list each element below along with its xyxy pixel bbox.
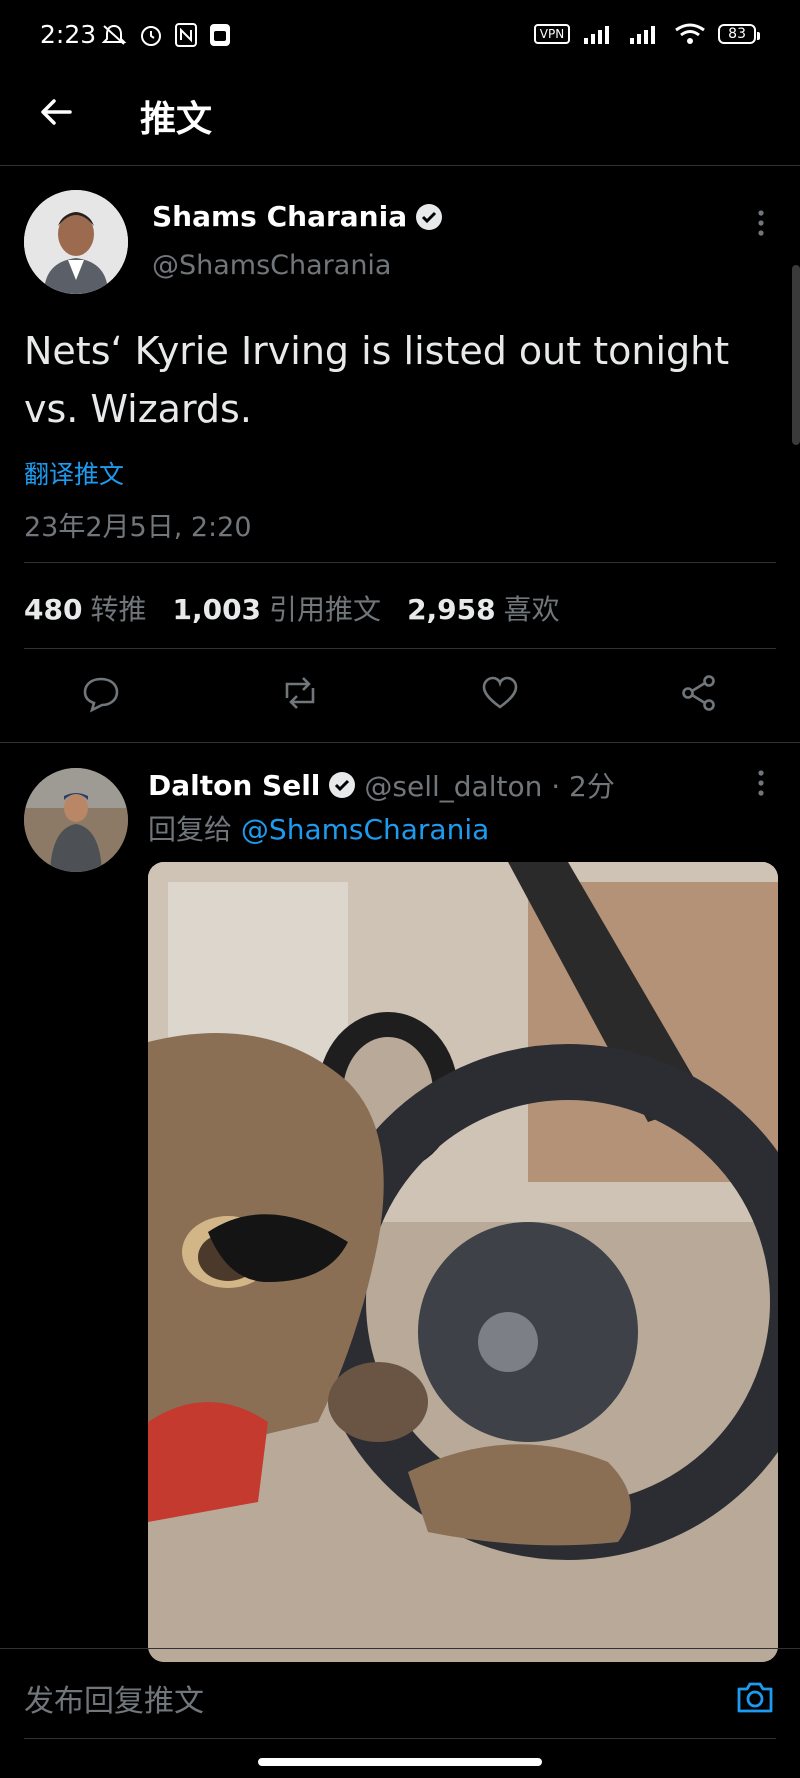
vpn-badge: VPN (533, 24, 571, 44)
scrollbar[interactable] (792, 265, 800, 445)
reply-header[interactable]: Dalton Sell @sell_dalton · 2分 (148, 765, 615, 805)
reply-icon[interactable] (80, 672, 122, 714)
verified-badge-icon (416, 203, 443, 230)
retweets-stat[interactable]: 480 转推 (24, 588, 146, 628)
media-image (148, 862, 778, 1662)
reply-input[interactable]: 发布回复推文 (24, 1676, 204, 1720)
status-left-icons (100, 22, 232, 48)
wifi-icon (675, 23, 706, 44)
signal-icon (584, 26, 610, 44)
quotes-label: 引用推文 (269, 593, 382, 626)
status-time: 2:23 (40, 20, 97, 49)
battery-indicator: 83 (718, 24, 760, 44)
tweet-text: Nets‘ Kyrie Irving is listed out tonight… (24, 329, 730, 431)
home-indicator[interactable] (258, 1758, 542, 1766)
header-divider (0, 165, 800, 166)
page-title: 推文 (140, 99, 213, 140)
reply-prefix: 回复给 (148, 813, 233, 846)
signal-icon-2 (630, 26, 656, 44)
status-right: VPN 83 (533, 22, 760, 46)
translate-tweet-link[interactable]: 翻译推文 (24, 455, 124, 491)
author-name[interactable]: Shams Charania (152, 200, 407, 233)
reply-avatar-image (24, 768, 128, 872)
camera-icon[interactable] (734, 1676, 776, 1718)
verified-badge-icon (329, 772, 356, 798)
likes-label: 喜欢 (503, 593, 560, 626)
mute-icon (101, 24, 127, 45)
reply-author-handle-time[interactable]: @sell_dalton · 2分 (364, 765, 614, 805)
avatar-image (24, 190, 128, 294)
author-avatar[interactable] (24, 190, 128, 294)
replying-to: 回复给 @ShamsCharania (148, 808, 489, 848)
nfc-icon (175, 23, 197, 47)
reply-more-options-icon[interactable] (752, 768, 770, 798)
like-heart-icon[interactable] (479, 672, 521, 714)
reply-author-name[interactable]: Dalton Sell (148, 769, 320, 802)
quotes-count: 1,003 (172, 593, 262, 626)
tweet-actions (80, 672, 720, 714)
reply-author-avatar[interactable] (24, 768, 128, 872)
app-notification-icon (210, 24, 230, 46)
more-options-icon[interactable] (752, 208, 770, 238)
author-name-row[interactable]: Shams Charania (152, 200, 443, 233)
tweet-timestamp: 23年2月5日, 2:20 (24, 512, 252, 543)
tweet-media-video[interactable] (148, 862, 778, 1662)
retweet-icon[interactable] (279, 672, 321, 714)
retweets-count: 480 (24, 593, 83, 626)
main-tweet-divider (0, 742, 800, 743)
likes-count: 2,958 (407, 593, 496, 626)
author-handle[interactable]: @ShamsCharania (152, 250, 391, 281)
share-icon[interactable] (678, 672, 720, 714)
tweet-stats: 480 转推 1,003 引用推文 2,958 喜欢 (24, 588, 560, 628)
composer-divider (24, 1738, 776, 1739)
quotes-stat[interactable]: 1,003 引用推文 (172, 588, 381, 628)
stats-bottom-divider (24, 648, 776, 649)
retweets-label: 转推 (90, 593, 147, 626)
likes-stat[interactable]: 2,958 喜欢 (407, 588, 560, 628)
alarm-icon (141, 26, 161, 46)
back-arrow-icon[interactable] (36, 92, 76, 132)
reply-to-mention[interactable]: @ShamsCharania (241, 813, 489, 846)
stats-top-divider (24, 562, 776, 563)
